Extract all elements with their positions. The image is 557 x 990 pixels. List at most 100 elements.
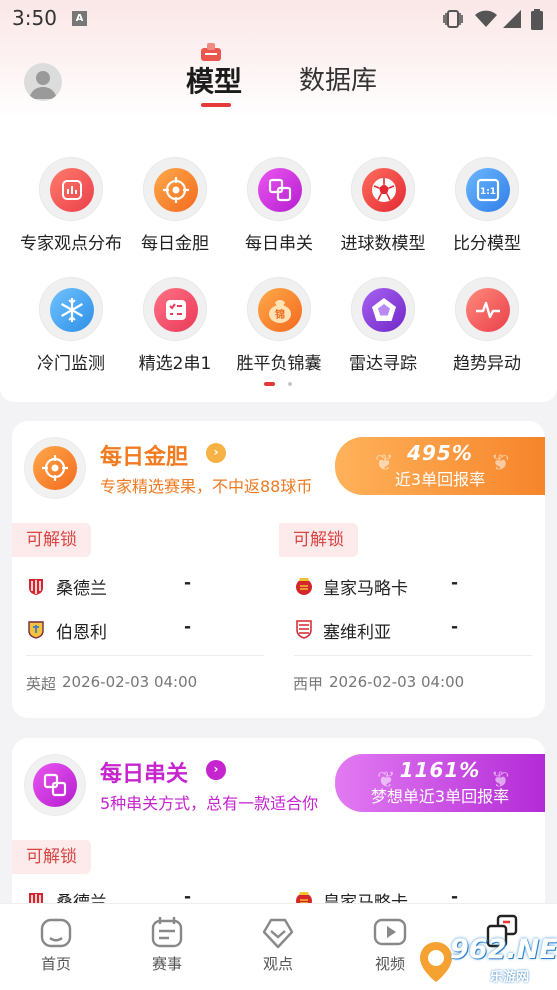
grid-label: 比分模型 (453, 234, 521, 254)
nav-label: 首页 (40, 955, 71, 973)
watermark-text: 962.NET (450, 934, 557, 965)
grid-label: 胜平负锦囊 (236, 354, 322, 374)
linked-squares-icon (268, 178, 292, 202)
watermark-sub: 乐游网 (490, 970, 530, 985)
nav-label: 观点 (262, 955, 293, 973)
daily-banker-card[interactable]: 每日金胆 › 专家精选赛果，不中返88球币 ❦ ❦ 495% 近3单回报率 可解… (12, 421, 545, 718)
team-score: - (451, 617, 459, 637)
target-icon (42, 455, 68, 481)
active-tab-indicator (201, 103, 231, 107)
card-icon (24, 754, 86, 816)
svg-text:锦: 锦 (275, 308, 285, 321)
team-name: 皇家马略卡 (323, 579, 408, 599)
tab-database[interactable]: 数据库 (299, 60, 377, 97)
card-subtitle: 专家精选赛果，不中返88球币 (100, 477, 313, 496)
grid-item-trend-alert[interactable]: 趋势异动 (433, 277, 541, 374)
status-time: 3:50 (12, 6, 57, 30)
wifi-icon (475, 10, 497, 27)
tab-model[interactable]: 模型 (186, 60, 242, 100)
sevilla-logo-icon (296, 620, 312, 639)
video-icon (373, 918, 407, 946)
watermark-badge-icon (420, 942, 452, 982)
grid-item-upset-monitor[interactable]: 冷门监测 (17, 277, 125, 374)
chevron-right-icon[interactable]: › (206, 760, 226, 780)
return-rate-badge: ❦ ❦ 495% 近3单回报率 (335, 437, 545, 495)
trend-pulse-icon (476, 301, 500, 319)
grid-label: 专家观点分布 (20, 234, 122, 254)
pager-dot-active[interactable] (264, 382, 275, 386)
match-league: 英超 (26, 675, 57, 693)
soccer-ball-icon (372, 178, 396, 202)
model-tab-badge-icon (201, 43, 221, 61)
unlock-tag: 可解锁 (12, 523, 91, 557)
card-icon (24, 437, 86, 499)
linked-squares-icon (43, 773, 67, 797)
laurel-left-icon: ❦ (377, 768, 396, 793)
grid-label: 进球数模型 (340, 234, 426, 254)
return-rate-badge: ❦ ❦ 1161% 梦想单近3单回报率 (335, 754, 545, 812)
divider (26, 655, 264, 656)
return-rate-label: 近3单回报率 (394, 470, 486, 489)
signal-icon (503, 10, 521, 28)
heart-badge-icon (262, 918, 294, 949)
bar-chart-icon (62, 180, 82, 200)
match-league: 西甲 (293, 675, 324, 693)
grid-label: 每日金胆 (141, 234, 209, 254)
laurel-right-icon: ❦ (490, 451, 509, 476)
team-score: - (451, 573, 459, 593)
team-score: - (184, 617, 192, 637)
header-panel: 3:50 A 模型 数据库 专家观点分布 每日金胆 每日串关 进球数模型 1:1… (0, 0, 557, 402)
card-title: 每日串关 (100, 762, 189, 787)
grid-item-radar-tracking[interactable]: 雷达寻踪 (329, 277, 437, 374)
radar-pentagon-icon (372, 298, 396, 321)
grid-item-score-model[interactable]: 1:1 比分模型 (433, 157, 541, 254)
laurel-right-icon: ❦ (490, 768, 509, 793)
match-time: 2026-02-03 04:00 (62, 673, 198, 691)
pager-dot[interactable] (288, 382, 292, 386)
grid-label: 冷门监测 (37, 354, 105, 374)
watermark: 962.NET 乐游网 (418, 932, 557, 990)
chevron-right-icon[interactable]: › (206, 443, 226, 463)
mallorca-logo-icon (296, 578, 312, 595)
match-time: 2026-02-03 04:00 (329, 673, 465, 691)
grid-item-wdl-tips[interactable]: 锦 胜平负锦囊 (225, 277, 333, 374)
grid-label: 趋势异动 (453, 354, 521, 374)
team-name: 塞维利亚 (323, 623, 391, 643)
sunderland-logo-icon (29, 579, 43, 595)
return-rate-value: 495% (407, 441, 473, 465)
grid-item-daily-parlay[interactable]: 每日串关 (225, 157, 333, 254)
status-bar: 3:50 A (0, 0, 557, 38)
grid-item-expert-views[interactable]: 专家观点分布 (17, 157, 125, 254)
nav-views[interactable]: 观点 (238, 914, 318, 974)
return-rate-value: 1161% (399, 758, 481, 782)
grid-label: 精选2串1 (138, 354, 212, 374)
card-subtitle: 5种串关方式，总有一款适合你 (100, 794, 319, 813)
team-name: 桑德兰 (56, 579, 107, 599)
daily-parlay-card[interactable]: 每日串关 › 5种串关方式，总有一款适合你 ❦ ❦ 1161% 梦想单近3单回报… (12, 738, 545, 918)
grid-item-daily-banker[interactable]: 每日金胆 (121, 157, 229, 254)
money-bag-icon: 锦 (269, 300, 291, 323)
grid-item-selected-2x1[interactable]: 精选2串1 (121, 277, 229, 374)
unlock-tag: 可解锁 (279, 523, 358, 557)
grid-item-goals-model[interactable]: 进球数模型 (329, 157, 437, 254)
snowflake-icon (61, 298, 83, 322)
grid-label: 每日串关 (245, 234, 313, 254)
user-avatar[interactable] (24, 63, 62, 101)
nav-home[interactable]: 首页 (16, 914, 96, 974)
home-icon (40, 918, 72, 948)
nav-events[interactable]: 赛事 (127, 914, 207, 974)
team-score: - (184, 573, 192, 593)
svg-text:1:1: 1:1 (480, 187, 496, 197)
vibrate-icon (443, 10, 463, 28)
checklist-icon (166, 300, 186, 320)
laurel-left-icon: ❦ (375, 451, 394, 476)
unlock-tag: 可解锁 (12, 840, 91, 874)
team-name: 伯恩利 (56, 623, 107, 643)
notification-a-icon: A (72, 11, 87, 26)
nav-label: 赛事 (151, 955, 182, 973)
card-title: 每日金胆 (100, 445, 189, 470)
return-rate-label: 梦想单近3单回报率 (370, 787, 510, 806)
calendar-icon (151, 917, 183, 948)
scoreboard-icon: 1:1 (476, 178, 500, 202)
grid-label: 雷达寻踪 (349, 354, 417, 374)
